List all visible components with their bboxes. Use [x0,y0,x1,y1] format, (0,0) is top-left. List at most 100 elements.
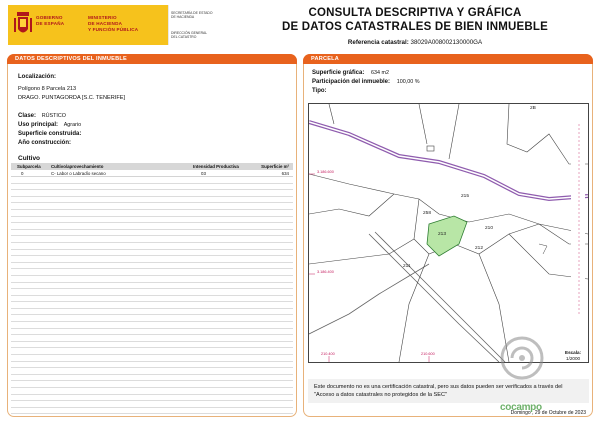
empty-table-row [11,223,293,230]
empty-table-row [11,276,293,283]
empty-table-row [11,309,293,316]
empty-table-row [11,408,293,415]
ref-label: Referencia catastral: [347,39,409,46]
gov-line-2: DE ESPAÑA [36,21,65,26]
coord-label-y-bottom: 3.186.400 [317,270,334,274]
parcel-label-212: 212 [475,246,484,251]
ministry-line-3: Y FUNCIÓN PÚBLICA [88,27,139,32]
map-drawing [309,104,588,362]
coord-label-x-left: 210.400 [321,352,335,356]
left-panel-title: DATOS DESCRIPTIVOS DEL INMUEBLE [7,54,297,64]
anio-construccion-label: Año construcción: [18,140,72,146]
coord-label-x-right: 210.600 [421,352,435,356]
empty-table-row [11,197,293,204]
empty-table-row [11,388,293,395]
empty-table-row [11,217,293,224]
empty-table-row [11,348,293,356]
map-scale: Escala: 1/2000 [565,350,581,361]
scale-label: Escala: [565,350,582,355]
scale-value: 1/2000 [566,355,581,361]
empty-table-row [11,329,293,336]
empty-table-row [11,401,293,408]
gov-line-1: GOBIERNO [36,15,63,20]
empty-table-row [11,355,293,362]
empty-table-row [11,322,293,329]
localizacion-line-2: DRAGO. PUNTAGORDA [S.C. TENERIFE] [18,95,126,101]
clase-label: Clase: [18,113,37,119]
participacion-label: Participación del inmueble: [312,79,391,85]
cadastral-map[interactable]: 2B 215 258 213 210 212 211 3.186.600 3.1… [308,103,589,363]
participacion-row: Participación del inmueble: 100,00 % [312,79,419,85]
parcel-label-258: 258 [423,211,432,216]
cell-intensidad: 03 [201,171,206,176]
empty-table-row [11,184,293,191]
ref-value: 38029A008002130000GA [410,39,483,46]
cell-subparcela: 0 [21,171,24,176]
parcel-label-213[interactable]: 213 [438,232,446,237]
cadastral-reference: Referencia catastral: 38029A008002130000… [240,39,590,46]
cell-superficie: 634 [281,171,289,176]
empty-table-row [11,243,293,250]
superficie-grafica-label: Superficie gráfica: [312,70,365,76]
empty-table-rows [11,177,293,415]
parcel-label-2b: 2B [530,106,536,111]
participacion-value: 100,00 % [396,79,420,85]
empty-table-row [11,395,293,402]
uso-value: Agrario [63,122,82,128]
localizacion-label: Localización: [18,74,57,80]
verification-notice: Este documento no es una certificación c… [308,379,589,403]
empty-table-row [11,210,293,217]
ministry-line-1: MINISTERIO [88,15,117,20]
document-title: CONSULTA DESCRIPTIVA Y GRÁFICA DE DATOS … [240,6,590,34]
watermark-text: cocampo [500,402,542,413]
empty-table-row [11,177,293,184]
empty-table-row [11,368,293,375]
empty-table-row [11,302,293,309]
empty-table-row [11,289,293,296]
empty-table-row [11,256,293,263]
table-row: 0 C- Labor o Labradío secano 03 634 [11,170,293,177]
empty-table-row [11,315,293,323]
directorate-line-2: DEL CATASTRO [171,35,197,39]
ministry-line-2: DE HACIENDA [88,21,123,26]
parcel-label-215: 215 [461,194,470,199]
col-intensidad: Intensidad Productiva [193,164,239,169]
cultivo-title: Cultivo [18,155,41,162]
empty-table-row [11,263,293,270]
parcel-label-210: 210 [485,226,494,231]
empty-table-row [11,335,293,342]
document-header: GOBIERNO DE ESPAÑA MINISTERIO DE HACIEND… [0,0,600,50]
empty-table-row [11,381,293,388]
tipo-label: Tipo: [312,88,327,94]
empty-table-row [11,250,293,257]
parcel-label-211: 211 [403,264,411,269]
empty-table-row [11,362,293,369]
title-line-1: CONSULTA DESCRIPTIVA Y GRÁFICA [308,7,522,19]
superficie-grafica-value: 634 m2 [371,70,390,76]
empty-table-row [11,236,293,243]
col-cultivo: Cultivo/aprovechamiento [51,164,104,169]
right-panel-title: PARCELA [303,54,593,64]
clase-value: RÚSTICO [41,113,66,119]
col-superficie: Superficie m² [261,164,289,169]
empty-table-row [11,190,293,197]
col-subparcela: Subparcela [17,164,41,169]
empty-table-row [11,375,293,382]
cultivo-table-header: Subparcela Cultivo/aprovechamiento Inten… [11,163,293,170]
secretariat-line-2: DE HACIENDA [171,15,195,19]
cell-cultivo: C- Labor o Labradío secano [51,171,106,176]
empty-table-row [11,342,293,349]
title-line-2: DE DATOS CATASTRALES DE BIEN INMUEBLE [282,21,548,33]
localizacion-line-1: Polígono 8 Parcela 213 [18,86,77,92]
cultivo-table: Subparcela Cultivo/aprovechamiento Inten… [11,163,293,415]
empty-table-row [11,203,293,210]
clase-row: Clase: RÚSTICO [18,113,66,119]
coord-label-y-top: 3.186.600 [317,170,334,174]
uso-row: Uso principal: Agrario [18,122,81,128]
empty-table-row [11,283,293,290]
uso-label: Uso principal: [18,122,59,128]
empty-table-row [11,230,293,237]
superficie-grafica-row: Superficie gráfica: 634 m2 [312,70,389,76]
coat-of-arms-icon [14,12,32,33]
superficie-construida-label: Superficie construida: [18,131,82,137]
